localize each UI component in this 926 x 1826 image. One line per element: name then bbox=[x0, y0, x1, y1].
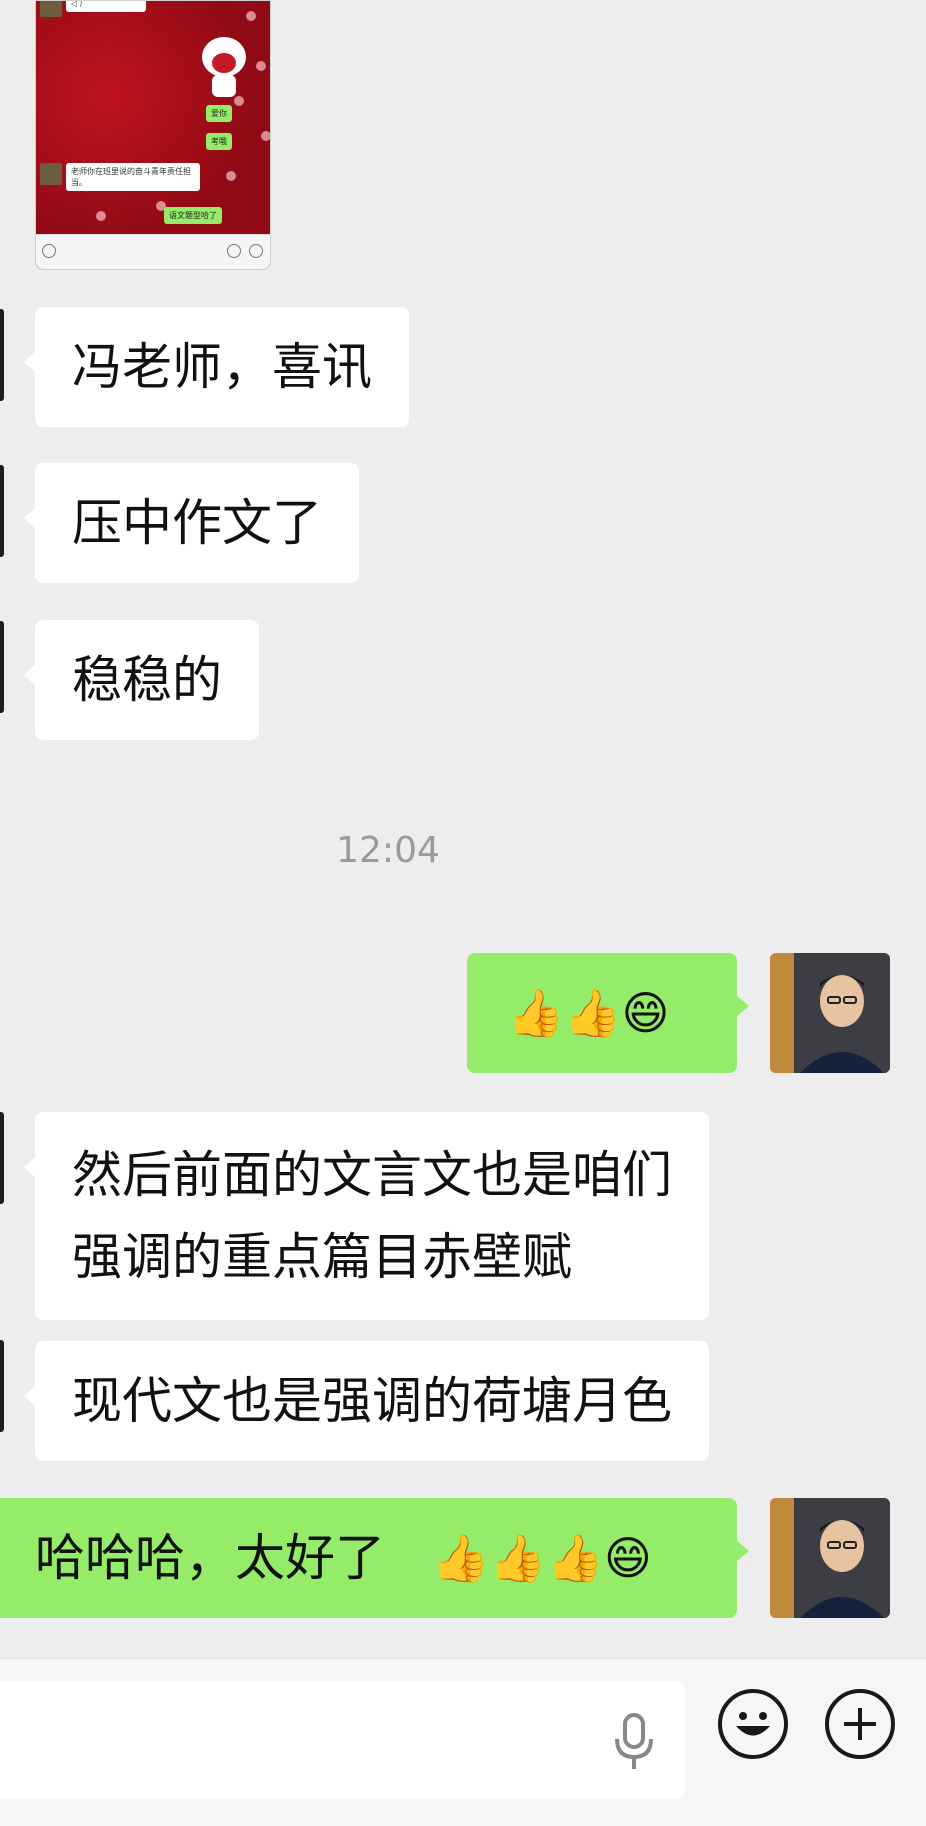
mini-green-bubble: 爱你 bbox=[206, 105, 232, 122]
message-text: 压中作文了 bbox=[72, 494, 322, 552]
image-content: ◁ 广 爱你 考哦 老师你在班里说的奋斗青年责任担当。 语文题型哈了 bbox=[36, 1, 270, 237]
image-message[interactable]: ◁ 广 爱你 考哦 老师你在班里说的奋斗青年责任担当。 语文题型哈了 bbox=[35, 0, 271, 270]
sent-message[interactable]: 哈哈哈，太好了 👍👍👍😄 bbox=[0, 1498, 749, 1618]
plus-button[interactable] bbox=[825, 1689, 895, 1759]
mini-green-bubble: 语文题型哈了 bbox=[164, 207, 222, 224]
microphone-icon[interactable] bbox=[614, 1713, 654, 1771]
received-message[interactable]: 冯老师，喜讯 bbox=[24, 307, 409, 427]
mini-avatar-icon bbox=[40, 1, 62, 17]
sender-avatar-edge[interactable] bbox=[0, 621, 4, 713]
mini-plus-icon bbox=[249, 244, 263, 258]
mini-green-bubble: 考哦 bbox=[206, 133, 232, 150]
sender-avatar-edge[interactable] bbox=[0, 465, 4, 557]
received-message[interactable]: 稳稳的 bbox=[24, 620, 259, 740]
mini-white-bubble: 老师你在班里说的奋斗青年责任担当。 bbox=[66, 163, 200, 191]
mini-emoji-icon bbox=[227, 244, 241, 258]
sender-avatar-edge[interactable] bbox=[0, 1340, 4, 1432]
person-avatar-icon bbox=[770, 1498, 890, 1618]
plus-icon bbox=[844, 1708, 876, 1740]
cartoon-sticker-icon bbox=[202, 37, 246, 97]
thumbs-up-emoji-icon: 👍👍😄 bbox=[507, 986, 670, 1040]
message-text-line: 强调的重点篇目赤壁赋 bbox=[72, 1228, 572, 1286]
message-text: 冯老师，喜讯 bbox=[72, 338, 372, 396]
thumbs-up-emoji-icon: 👍👍👍😄 bbox=[432, 1531, 652, 1585]
sender-avatar-edge[interactable] bbox=[0, 309, 4, 401]
received-message[interactable]: 压中作文了 bbox=[24, 463, 359, 583]
received-message[interactable]: 然后前面的文言文也是咱们 强调的重点篇目赤壁赋 bbox=[24, 1112, 709, 1320]
message-input[interactable] bbox=[0, 1681, 686, 1799]
person-avatar-icon bbox=[770, 953, 890, 1073]
sent-message[interactable]: 👍👍😄 bbox=[467, 953, 749, 1073]
message-text-line: 然后前面的文言文也是咱们 bbox=[72, 1146, 672, 1204]
message-text: 现代文也是强调的荷塘月色 bbox=[72, 1372, 672, 1430]
mini-voice-message: ◁ 广 bbox=[66, 1, 146, 12]
mini-input-bar bbox=[36, 234, 270, 269]
message-text: 稳稳的 bbox=[72, 651, 222, 709]
mini-voice-icon bbox=[42, 244, 56, 258]
my-avatar[interactable] bbox=[770, 953, 890, 1073]
mini-avatar-icon bbox=[40, 163, 62, 185]
message-text: 哈哈哈，太好了 bbox=[35, 1529, 385, 1587]
sender-avatar-edge[interactable] bbox=[0, 1112, 4, 1204]
message-timestamp: 12:04 bbox=[336, 830, 440, 871]
my-avatar[interactable] bbox=[770, 1498, 890, 1618]
received-message[interactable]: 现代文也是强调的荷塘月色 bbox=[24, 1341, 709, 1461]
input-bar bbox=[0, 1658, 926, 1826]
emoji-icon bbox=[736, 1712, 770, 1736]
emoji-button[interactable] bbox=[718, 1689, 788, 1759]
